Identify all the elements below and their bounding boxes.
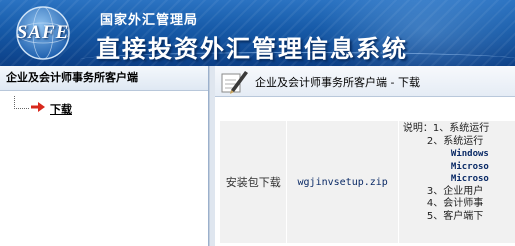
download-table: 安装包下载 wgjinvsetup.zip 说明：1、系统运行 2、系统运行 W… [218, 120, 515, 244]
header-banner: SAFE 国家外汇管理局 直接投资外汇管理信息系统 [0, 0, 515, 66]
tree-connector-line [14, 96, 29, 109]
logo-text: SAFE [16, 22, 70, 43]
package-label-cell: 安装包下载 [218, 120, 288, 244]
sidebar-item-label[interactable]: 下载 [50, 101, 72, 117]
agency-name: 国家外汇管理局 [100, 13, 199, 28]
system-title: 直接投资外汇管理信息系统 [96, 35, 408, 63]
table-row: 安装包下载 wgjinvsetup.zip 说明：1、系统运行 2、系统运行 W… [218, 120, 515, 244]
note-line: 3、企业用户 [426, 185, 484, 197]
main-panel: 企业及会计师事务所客户端 - 下载 安装包下载 wgjinvsetup.zip … [215, 66, 515, 246]
note-line: 说明：1、系统运行 [402, 123, 490, 134]
sidebar-title: 企业及会计师事务所客户端 [0, 66, 208, 91]
notes-cell: 说明：1、系统运行 2、系统运行 Windows Microso Microso… [397, 120, 515, 244]
page-title: 企业及会计师事务所客户端 - 下载 [255, 76, 420, 89]
note-line: Windows [450, 149, 489, 159]
main-header: 企业及会计师事务所客户端 - 下载 [215, 66, 515, 97]
download-file-link[interactable]: wgjinvsetup.zip [286, 120, 399, 244]
note-line: 4、会计师事 [426, 198, 484, 209]
download-section: 安装包下载 wgjinvsetup.zip 说明：1、系统运行 2、系统运行 W… [218, 120, 515, 246]
sidebar: 企业及会计师事务所客户端 下载 [0, 66, 209, 246]
red-arrow-icon [31, 102, 45, 112]
note-line: Microso [450, 174, 489, 184]
note-line: Microso [450, 161, 489, 172]
note-line: 5、客户端下 [426, 210, 484, 222]
note-line: 2、系统运行 [426, 135, 484, 147]
pen-writing-icon [221, 71, 248, 94]
